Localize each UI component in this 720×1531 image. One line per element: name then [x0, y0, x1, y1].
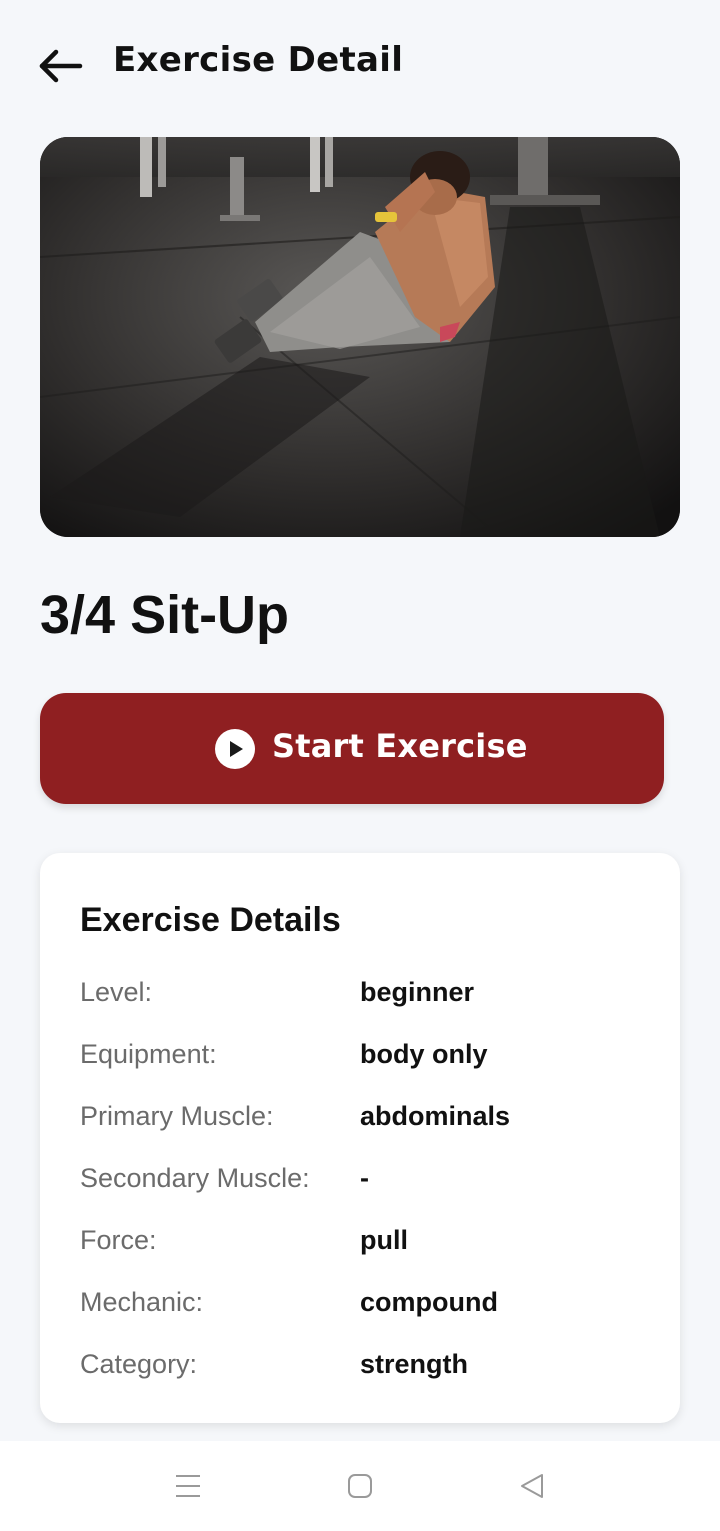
detail-value: body only	[360, 1039, 488, 1069]
detail-label: Level:	[80, 977, 153, 1007]
detail-row-equipment: Equipment: body only	[80, 1039, 660, 1101]
exercise-image	[40, 137, 680, 537]
detail-value: beginner	[360, 977, 475, 1007]
detail-row-secondary-muscle: Secondary Muscle: -	[80, 1163, 660, 1225]
detail-row-level: Level: beginner	[80, 977, 660, 1039]
detail-label: Category:	[80, 1349, 198, 1379]
page-title: Exercise Detail	[113, 40, 404, 80]
detail-row-category: Category: strength	[80, 1349, 660, 1411]
back-triangle-icon	[521, 1474, 543, 1498]
home-button[interactable]	[345, 1471, 375, 1501]
detail-label: Mechanic:	[80, 1287, 204, 1317]
system-back-button[interactable]	[517, 1471, 547, 1501]
detail-row-primary-muscle: Primary Muscle: abdominals	[80, 1101, 660, 1163]
exercise-name: 3/4 Sit-Up	[40, 585, 290, 645]
menu-icon	[176, 1475, 200, 1497]
detail-value: abdominals	[360, 1101, 511, 1131]
back-button[interactable]	[36, 44, 84, 88]
detail-row-force: Force: pull	[80, 1225, 660, 1287]
detail-row-mechanic: Mechanic: compound	[80, 1287, 660, 1349]
detail-label: Secondary Muscle:	[80, 1163, 310, 1193]
system-nav-bar	[0, 1441, 720, 1531]
detail-label: Primary Muscle:	[80, 1101, 274, 1131]
play-circle-icon	[215, 729, 255, 769]
start-exercise-button[interactable]: Start Exercise	[40, 693, 664, 804]
details-title: Exercise Details	[80, 901, 341, 939]
detail-label: Equipment:	[80, 1039, 217, 1069]
detail-value: pull	[360, 1225, 408, 1255]
home-square-icon	[348, 1474, 372, 1498]
detail-label: Force:	[80, 1225, 157, 1255]
detail-value: -	[360, 1163, 369, 1193]
detail-value: compound	[360, 1287, 498, 1317]
recents-button[interactable]	[173, 1471, 203, 1501]
exercise-details-card: Exercise Details Level: beginner Equipme…	[40, 853, 680, 1423]
app-header: Exercise Detail	[0, 0, 720, 120]
start-exercise-label: Start Exercise	[272, 727, 528, 765]
arrow-left-icon	[39, 49, 83, 83]
detail-value: strength	[360, 1349, 468, 1379]
details-list: Level: beginner Equipment: body only Pri…	[80, 977, 660, 1411]
